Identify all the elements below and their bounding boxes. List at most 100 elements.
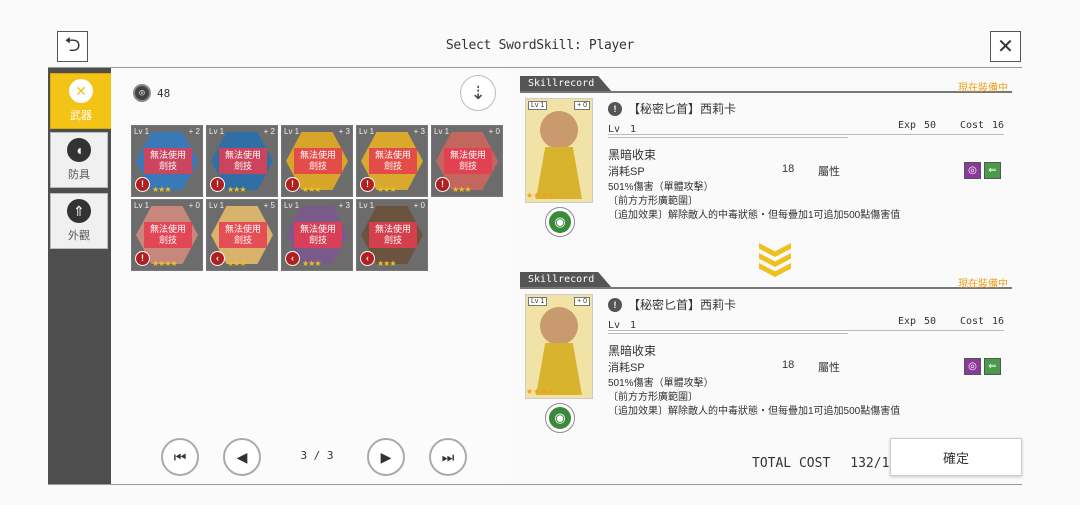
skill-card[interactable]: Lv 1 + 0 無法使用 劍技! ★★★ [431,125,503,197]
sidebar-item-appearance[interactable]: ⇑ 外觀 [50,193,108,249]
skill-card[interactable]: Lv 1 + 2 無法使用 劍技! ★★★ [206,125,278,197]
card-level: Lv 1 [284,201,300,210]
rank-stars: ★★★★ [526,387,555,396]
page-title: Select SwordSkill: Player [445,38,635,53]
skill-name: 黑暗收束 [608,148,657,162]
inventory-panel: ◎ 48 ⇣ Lv 1 + 2 無法使用 劍技! ★★★ Lv 1 + 2 無法使用 劍技!… [111,68,511,484]
info-icon: ! [608,101,622,116]
shirt-icon: ⇑ [67,199,91,223]
unusable-label: 無法使用 劍技 [219,148,267,174]
record-name-row: ! 【秘密匕首】西莉卡 [608,296,736,313]
skip-first-icon: ⏮ [173,448,187,465]
desc-line: 〔追加效果〕解除敵人的中毒狀態・但每疊加1可追加500點傷害值 [608,210,901,221]
skill-record-icon: ◎ [133,84,151,102]
skill-description: 501%傷害（單體攻擊） 〔前方方形廣範圍〕 〔追加效果〕解除敵人的中毒狀態・但… [608,377,900,419]
record-name: 【秘密匕首】西莉卡 [628,102,737,116]
stats-divider [608,134,1004,135]
stats-row: Lv 1 Exp 50 Cost 16 [608,316,1004,331]
exp-label: Exp [898,316,917,327]
stats-row: Lv 1 Exp 50 Cost 16 [608,120,1005,135]
card-badge-icon: ‹ [210,251,225,266]
card-stars: ★★★ [377,259,396,268]
card-badge-icon: ! [135,177,150,192]
card-stars: ★★★ [302,185,321,194]
desc-line: 〔前方方形廣範圍〕 [608,196,698,207]
confirm-button[interactable]: 確定 [890,438,1022,476]
card-plus: + 5 [263,201,275,210]
total-cost: TOTAL COST 132/132 [752,456,905,471]
skill-description: 501%傷害（單體攻擊） 〔前方方形廣範圍〕 〔追加效果〕解除敵人的中毒狀態・但… [608,181,900,223]
level-tag: Lv 1 [528,101,548,110]
level-value: Lv 1 [608,320,637,331]
sidebar-item-armor[interactable]: ◖ 防具 [50,132,108,188]
sort-descending-icon: ⇣ [470,82,486,103]
skill-card[interactable]: Lv 1 + 0 無法使用 劍技! ★★★★ [131,199,203,271]
stats-divider [608,330,1004,331]
skill-card[interactable]: Lv 1 + 3 無法使用 劍技! ★★★ [281,125,353,197]
card-badge-icon: ! [360,177,375,192]
skill-card[interactable]: Lv 1 + 2 無法使用 劍技! ★★★ [131,125,203,197]
exp-value: 50 [924,316,937,327]
next-page-button[interactable]: ▶ [367,438,405,476]
skill-select-screen: ⮌ Select SwordSkill: Player ✕ ✕ 武器 ◖ 防具 … [0,0,1080,505]
category-sidebar: ✕ 武器 ◖ 防具 ⇑ 外觀 [48,68,112,484]
equipped-status: 現在裝備中 [958,83,1008,94]
card-stars: ★★★ [227,259,246,268]
left-arrow-icon: ⇐ [984,162,1001,179]
skip-last-icon: ⏭ [441,448,455,465]
card-stars: ★★★ [152,185,171,194]
close-button[interactable]: ✕ [990,31,1021,62]
cost-value: 16 [992,120,1005,131]
skill-card[interactable]: Lv 1 + 0 無法使用 劍技 ‹ ★★★ [356,199,428,271]
sort-button[interactable]: ⇣ [460,75,496,111]
shield-icon: ◖ [67,138,91,162]
plus-tag: + 0 [574,101,590,110]
skill-card[interactable]: Lv 1 + 5 無法使用 劍技 ‹ ★★★ [206,199,278,271]
info-icon: ! [608,297,622,312]
character-portrait[interactable]: Lv 1 + 0 ★★★★ [525,98,593,203]
sp-value: 18 [782,359,795,371]
attribute-icons: ◎ ⇐ [964,162,1001,179]
current-skill-record: Skillrecord 現在裝備中 Lv 1 + 0 ★★★★ ◉ ! 【秘密匕… [520,76,1012,236]
skill-card[interactable]: Lv 1 + 3 無法使用 劍技! ★★★ [356,125,428,197]
bottom-divider [48,484,1022,485]
card-plus: + 3 [338,127,350,136]
card-level: Lv 1 [284,127,300,136]
sp-value: 18 [782,163,795,175]
card-level: Lv 1 [209,201,225,210]
sidebar-item-weapon[interactable]: ✕ 武器 [50,73,112,129]
exp-bar [608,333,848,334]
dark-element-icon: ◎ [964,358,981,375]
unusable-label: 無法使用 劍技 [294,148,342,174]
card-level: Lv 1 [134,127,150,136]
card-plus: + 3 [338,201,350,210]
record-name-row: ! 【秘密匕首】西莉卡 [608,100,736,117]
sidebar-item-label: 外觀 [68,230,90,242]
record-divider [520,287,1012,289]
level-tag: Lv 1 [528,297,548,306]
card-plus: + 0 [488,127,500,136]
prev-page-button[interactable]: ◀ [223,438,261,476]
element-icon: ◉ [546,404,574,432]
cost-label: Cost [960,120,985,131]
play-left-icon: ◀ [236,448,248,465]
unusable-label: 無法使用 劍技 [294,222,342,248]
card-stars: ★★★ [227,185,246,194]
skill-name: 黑暗收束 [608,344,657,358]
sidebar-item-label: 防具 [68,169,90,181]
first-page-button[interactable]: ⏮ [161,438,199,476]
play-right-icon: ▶ [380,448,392,465]
character-portrait[interactable]: Lv 1 + 0 ★★★★ [525,294,593,399]
card-badge-icon: ! [210,177,225,192]
desc-line: 〔追加效果〕解除敵人的中毒狀態・但每疊加1可追加500點傷害值 [608,406,901,417]
skill-card[interactable]: Lv 1 + 3 無法使用 劍技 ‹ ★★★ [281,199,353,271]
left-arrow-icon: ⇐ [984,358,1001,375]
desc-line: 〔前方方形廣範圍〕 [608,392,698,403]
skill-record-panel: Skillrecord 現在裝備中 Lv 1 + 0 ★★★★ ◉ ! 【秘密匕… [520,76,1022,486]
portrait-face [540,111,578,149]
last-page-button[interactable]: ⏭ [429,438,467,476]
attribute-icons: ◎ ⇐ [964,358,1001,375]
attr-label: 屬性 [818,362,840,374]
rank-stars: ★★★★ [526,191,555,200]
element-icon: ◉ [546,208,574,236]
